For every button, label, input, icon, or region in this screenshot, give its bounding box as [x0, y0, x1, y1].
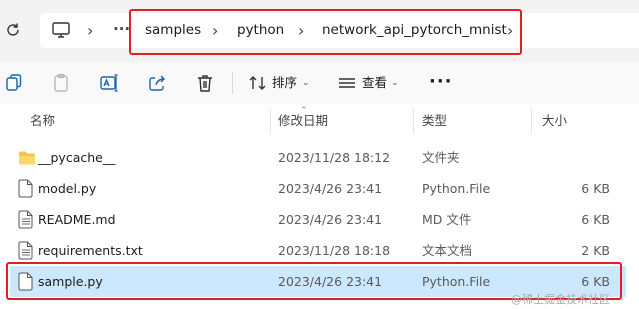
chevron-down-icon[interactable]: ⌄ — [391, 72, 399, 94]
folder-icon — [18, 148, 35, 167]
chevron-down-icon[interactable]: ⌄ — [302, 72, 310, 94]
watermark: @稀土掘金技术社区 — [511, 293, 610, 306]
column-divider[interactable] — [531, 108, 532, 134]
rename-icon[interactable] — [98, 72, 120, 94]
view-icon[interactable] — [336, 72, 358, 94]
file-type: MD 文件 — [422, 212, 472, 227]
breadcrumb-highlight-frame — [129, 9, 522, 55]
sort-button[interactable]: 排序 — [272, 72, 297, 94]
paste-icon[interactable] — [50, 72, 72, 94]
file-name: __pycache__ — [38, 150, 116, 165]
file-type: Python.File — [422, 181, 491, 196]
refresh-icon[interactable] — [4, 21, 22, 39]
file-size: 6 KB — [581, 181, 610, 196]
column-divider[interactable] — [413, 108, 414, 134]
column-header-row: ⌃ 名称 修改日期 类型 大小 — [0, 104, 639, 138]
list-item[interactable]: __pycache__ 2023/11/28 18:12 文件夹 — [10, 142, 626, 173]
delete-icon[interactable] — [194, 72, 216, 94]
file-icon — [18, 179, 34, 198]
text-file-icon — [18, 241, 34, 260]
more-options-button[interactable]: ··· — [429, 72, 453, 92]
file-type: 文件夹 — [422, 150, 460, 165]
command-toolbar: 排序 ⌄ 查看 ⌄ ··· — [0, 62, 639, 104]
sort-icon[interactable] — [247, 72, 269, 94]
text-file-icon — [18, 210, 34, 229]
file-name: model.py — [38, 181, 97, 196]
file-name: README.md — [38, 212, 116, 227]
list-item[interactable]: README.md 2023/4/26 23:41 MD 文件 6 KB — [10, 204, 626, 235]
column-header-date[interactable]: 修改日期 — [278, 104, 328, 138]
monitor-icon[interactable] — [51, 21, 71, 39]
view-button[interactable]: 查看 — [362, 72, 387, 94]
list-item[interactable]: model.py 2023/4/26 23:41 Python.File 6 K… — [10, 173, 626, 204]
file-size: 6 KB — [581, 212, 610, 227]
column-header-type[interactable]: 类型 — [422, 104, 447, 138]
column-header-name[interactable]: 名称 — [30, 104, 55, 138]
column-divider[interactable] — [270, 108, 271, 134]
column-header-size[interactable]: 大小 — [542, 104, 567, 138]
file-date: 2023/4/26 23:41 — [278, 181, 383, 196]
copy-icon[interactable] — [3, 72, 25, 94]
share-icon[interactable] — [146, 72, 168, 94]
toolbar-divider — [232, 72, 233, 94]
breadcrumb-overflow-button[interactable]: ··· — [113, 13, 130, 46]
chevron-right-icon[interactable]: › — [87, 13, 93, 48]
address-bar: › ··· samples › python › network_api_pyt… — [0, 0, 639, 62]
file-date: 2023/4/26 23:41 — [278, 212, 383, 227]
file-date: 2023/11/28 18:12 — [278, 150, 391, 165]
